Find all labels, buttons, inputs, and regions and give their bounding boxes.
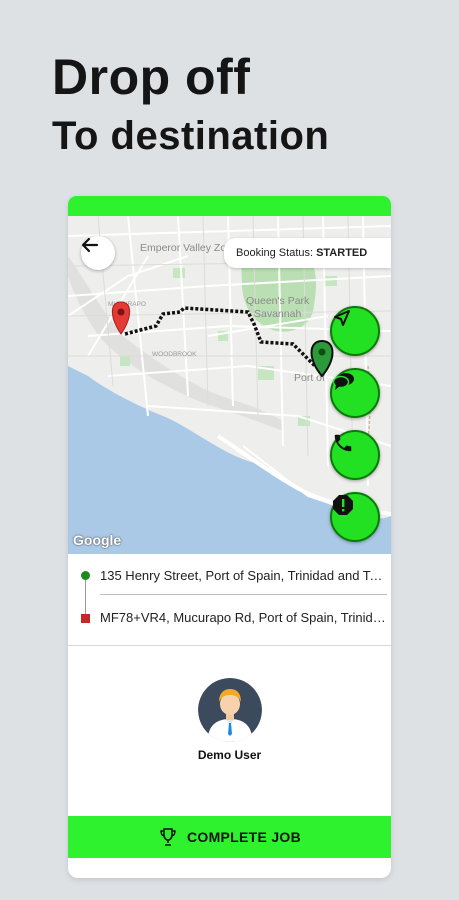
booking-status-chip: Booking Status: STARTED — [224, 238, 391, 268]
chat-icon — [332, 373, 354, 390]
google-attribution: Google — [73, 532, 122, 548]
route-connector — [85, 580, 86, 614]
headline-line-1: Drop off — [52, 49, 251, 105]
headline: Drop off To destination — [52, 52, 329, 156]
navigate-icon — [334, 310, 350, 326]
trophy-icon — [160, 828, 176, 846]
address-panel: 135 Henry Street, Port of Spain, Trinida… — [68, 554, 391, 646]
map-label-woodbrook: WOODBROOK — [152, 351, 197, 358]
dropoff-square-icon — [81, 614, 90, 623]
avatar — [197, 678, 262, 742]
booking-status-label: Booking Status: — [236, 247, 314, 259]
address-divider — [100, 594, 387, 595]
customer-info: Demo User — [68, 678, 391, 762]
headline-line-2: To destination — [52, 114, 330, 158]
alert-icon — [333, 495, 353, 515]
booking-status-value: STARTED — [316, 247, 368, 259]
phone-icon — [334, 434, 352, 452]
map-label-savannah: Savannah — [254, 308, 301, 320]
report-button[interactable] — [330, 492, 380, 542]
phone-screen: Emperor Valley Zoo Queen's Park Savannah… — [68, 196, 391, 878]
dropoff-address[interactable]: MF78+VR4, Mucurapo Rd, Port of Spain, Tr… — [100, 610, 386, 625]
navigate-button[interactable] — [330, 306, 380, 356]
pickup-dot-icon — [81, 571, 90, 580]
back-button[interactable] — [81, 236, 115, 270]
map-label-park: Queen's Park — [246, 295, 310, 307]
customer-name: Demo User — [197, 748, 262, 762]
complete-job-button[interactable]: COMPLETE JOB — [68, 816, 391, 858]
chat-button[interactable] — [330, 368, 380, 418]
arrow-left-icon — [81, 237, 99, 253]
complete-job-label: COMPLETE JOB — [186, 829, 302, 845]
map-view[interactable]: Emperor Valley Zoo Queen's Park Savannah… — [68, 216, 391, 554]
pickup-address[interactable]: 135 Henry Street, Port of Spain, Trinida… — [100, 568, 386, 583]
status-bar — [68, 196, 391, 216]
map-label-zoo: Emperor Valley Zoo — [140, 242, 232, 254]
call-button[interactable] — [330, 430, 380, 480]
